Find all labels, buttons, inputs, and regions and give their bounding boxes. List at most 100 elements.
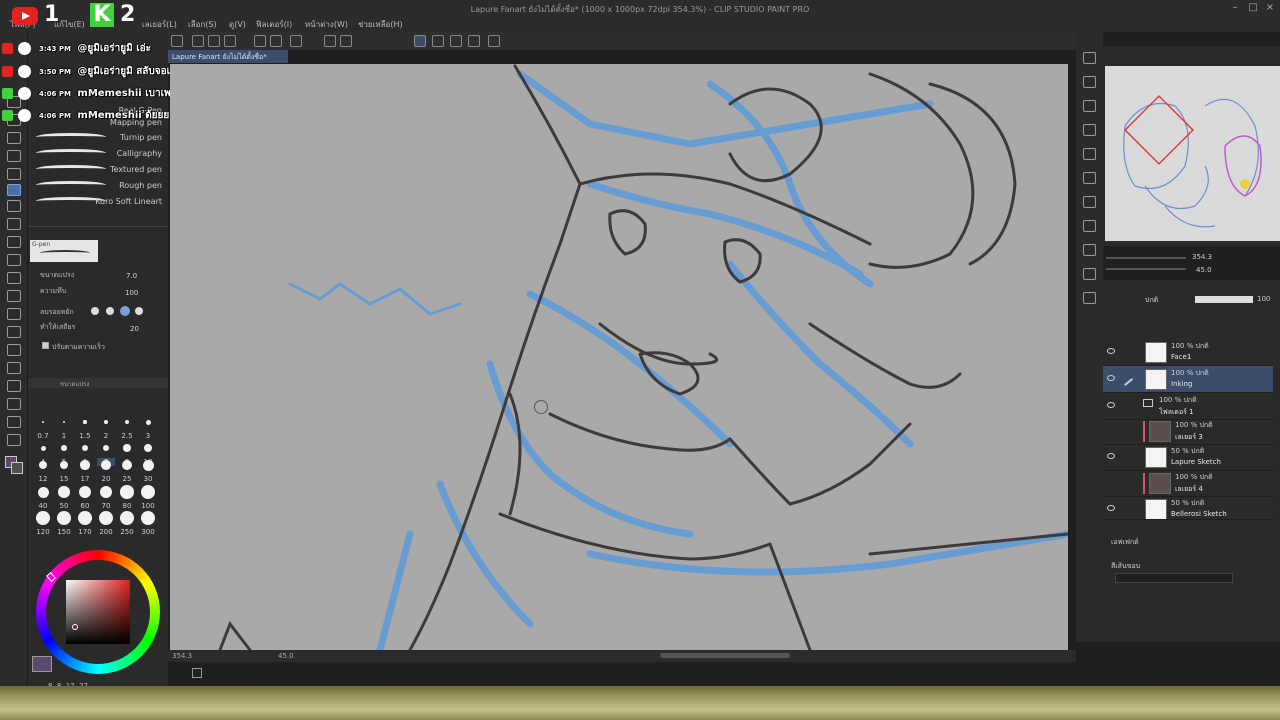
help-icon[interactable] (488, 35, 500, 47)
brush-size-option[interactable]: 15 (55, 475, 73, 483)
blend-tool-icon[interactable] (7, 290, 21, 302)
brush-size-option[interactable]: 2.5 (118, 432, 136, 440)
horizontal-scrollbar[interactable] (660, 653, 790, 658)
brush-size-value[interactable]: 7.0 (126, 272, 137, 280)
zoom-readout[interactable]: 354.3 (172, 652, 192, 660)
frame-tool-icon[interactable] (7, 362, 21, 374)
layer-item[interactable]: 50 % ปกติ Bellerosi Sketch (1103, 496, 1273, 520)
color-saturation-square[interactable] (66, 580, 130, 644)
search-icon[interactable] (1083, 52, 1096, 64)
brush-size-option[interactable]: 50 (55, 502, 73, 510)
close-panel-icon[interactable] (1083, 124, 1096, 136)
current-color-swatch[interactable] (32, 656, 52, 672)
menu-layer[interactable]: เลเยอร์(L) (142, 18, 177, 31)
eye-icon[interactable] (1107, 402, 1115, 408)
blend-mode-select[interactable]: ปกติ (1145, 295, 1158, 306)
layer-property-icon[interactable] (1083, 100, 1096, 112)
navigator-preview[interactable] (1105, 66, 1280, 241)
pen-tool-active-icon[interactable] (7, 184, 21, 196)
pen-lock-icon[interactable] (1118, 371, 1134, 387)
minimize-icon[interactable]: – (1228, 1, 1242, 15)
eye-icon[interactable] (1107, 505, 1115, 511)
history-icon[interactable] (1083, 172, 1096, 184)
rotate-slider[interactable] (1106, 268, 1186, 270)
antialias-strong-option[interactable] (135, 307, 143, 315)
figure-tool-icon[interactable] (7, 344, 21, 356)
menu-help[interactable]: ช่วยเหลือ(H) (358, 18, 403, 31)
undo-icon[interactable] (254, 35, 266, 47)
brush-size-option[interactable]: 1 (55, 432, 73, 440)
opacity-slider[interactable] (1195, 296, 1253, 303)
brush-size-option[interactable]: 150 (55, 528, 73, 536)
brush-item-kuro-soft-lineart[interactable]: Kuro Soft Lineart (30, 194, 166, 209)
eye-icon[interactable] (1107, 453, 1115, 459)
color-picker-handle[interactable] (72, 624, 78, 630)
brush-size-option[interactable]: 3 (139, 432, 157, 440)
canvas-tab[interactable]: Lapure Fanart ยังไม่ได้ตั้งชื่อ* (168, 50, 288, 63)
brush-size-option[interactable]: 100 (139, 502, 157, 510)
pencil-tool-icon[interactable] (7, 200, 21, 212)
brush-size-option[interactable]: 250 (118, 528, 136, 536)
stabilization-value[interactable]: 20 (130, 325, 139, 333)
decoration-tool-icon[interactable] (7, 254, 21, 266)
antialias-none-option[interactable] (91, 307, 99, 315)
brush-size-option[interactable]: 25 (118, 475, 136, 483)
new-file-icon[interactable] (192, 35, 204, 47)
text-tool-icon[interactable] (7, 398, 21, 410)
navigator-view-frame[interactable] (1124, 95, 1194, 165)
balloon-tool-icon[interactable] (7, 416, 21, 428)
settings-icon[interactable] (290, 35, 302, 47)
material-icon[interactable] (1083, 148, 1096, 160)
save-icon[interactable] (224, 35, 236, 47)
menu-window[interactable]: หน้าต่าง(W) (305, 18, 348, 31)
open-file-icon[interactable] (208, 35, 220, 47)
brush-tool-icon[interactable] (7, 218, 21, 230)
brush-size-option[interactable]: 1.5 (76, 432, 94, 440)
layer-item[interactable]: 100 % ปกติ เลเยอร์ 4 (1103, 470, 1273, 497)
brush-size-option[interactable]: 80 (118, 502, 136, 510)
airbrush-tool-icon[interactable] (7, 236, 21, 248)
antialias-weak-option[interactable] (106, 307, 114, 315)
brush-size-option[interactable]: 30 (139, 475, 157, 483)
brush-size-option[interactable]: 40 (34, 502, 52, 510)
clip-studio-icon[interactable] (171, 35, 183, 47)
angle-readout[interactable]: 45.0 (278, 652, 294, 660)
brush-size-option[interactable]: 70 (97, 502, 115, 510)
fill-tool-icon[interactable] (7, 308, 21, 320)
snap-perspective-icon[interactable] (450, 35, 462, 47)
brush-size-option[interactable]: 170 (76, 528, 94, 536)
correct-line-tool-icon[interactable] (7, 434, 21, 446)
layer-folder[interactable]: 100 % ปกติ โฟลเดอร์ 1 (1103, 393, 1273, 420)
maximize-icon[interactable]: □ (1246, 1, 1260, 15)
brush-size-option[interactable]: 200 (97, 528, 115, 536)
selection-tool-icon[interactable] (7, 132, 21, 144)
brush-size-option[interactable]: 60 (76, 502, 94, 510)
snap-ruler-icon[interactable] (414, 35, 426, 47)
brush-item-turnip-pen[interactable]: Turnip pen (30, 130, 166, 145)
close-icon[interactable]: × (1263, 1, 1277, 15)
eye-icon[interactable] (1107, 348, 1115, 354)
info-icon[interactable] (1083, 244, 1096, 256)
sub-view-icon[interactable] (1083, 220, 1096, 232)
layer-search-icon[interactable] (1083, 292, 1096, 304)
menu-filter[interactable]: ฟิลเตอร์(I) (256, 18, 292, 31)
layer-opacity-value[interactable]: 100 (1257, 295, 1270, 303)
navigator-zoom-value[interactable]: 354.3 (1192, 253, 1212, 261)
eye-icon[interactable] (1107, 375, 1115, 381)
redo-icon[interactable] (270, 35, 282, 47)
eyedropper-tool-icon[interactable] (7, 150, 21, 162)
transform-icon[interactable] (340, 35, 352, 47)
brush-item-calligraphy[interactable]: Calligraphy (30, 146, 166, 161)
menu-select[interactable]: เลือก(S) (188, 18, 217, 31)
brush-item-textured-pen[interactable]: Textured pen (30, 162, 166, 177)
ruler-tool-icon[interactable] (7, 380, 21, 392)
eraser-tool-icon[interactable] (7, 272, 21, 284)
brush-size-option[interactable]: 0.7 (34, 432, 52, 440)
brush-size-option[interactable]: 120 (34, 528, 52, 536)
opacity-value[interactable]: 100 (125, 289, 138, 297)
expression-color-select[interactable] (1115, 573, 1233, 583)
zoom-slider[interactable] (1106, 257, 1186, 259)
antialias-medium-option[interactable] (120, 306, 130, 316)
brush-size-option[interactable]: 12 (34, 475, 52, 483)
close-panel-icon[interactable] (1083, 76, 1096, 88)
